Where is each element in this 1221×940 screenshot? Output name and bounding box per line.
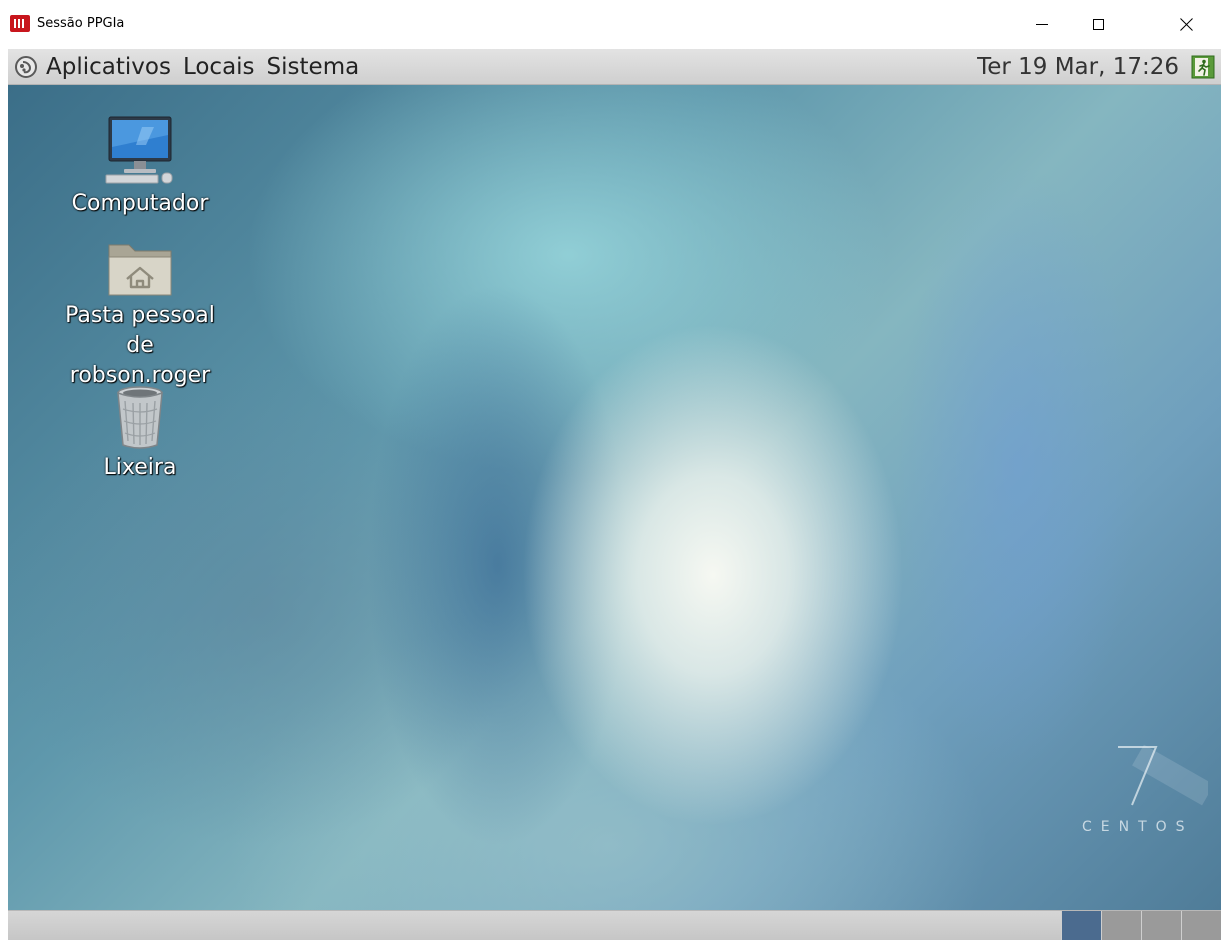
workspace-switcher <box>1061 911 1221 940</box>
workspace-1[interactable] <box>1061 911 1101 940</box>
remote-session-frame: Aplicativos Locais Sistema Ter 19 Mar, 1… <box>8 49 1221 940</box>
workspace-3[interactable] <box>1141 911 1181 940</box>
minimize-button[interactable] <box>1019 9 1065 39</box>
top-panel: Aplicativos Locais Sistema Ter 19 Mar, 1… <box>8 49 1221 85</box>
gnome-foot-icon[interactable] <box>14 55 38 79</box>
desktop[interactable]: Computador Pasta pessoal de robson.roger… <box>8 85 1221 910</box>
window-title: Sessão PPGIa <box>37 16 125 31</box>
desktop-icon-label: Lixeira <box>103 455 177 480</box>
menu-bar: Aplicativos Locais Sistema <box>14 49 371 85</box>
menu-aplicativos[interactable]: Aplicativos <box>46 49 171 85</box>
desktop-icon-pasta-pessoal[interactable]: Pasta pessoal de robson.roger <box>55 237 225 391</box>
bottom-panel <box>8 910 1221 940</box>
remote-session-icon <box>10 15 30 32</box>
desktop-icon-label: Computador <box>71 191 209 216</box>
centos-wordmark: CENTOS <box>1082 819 1194 835</box>
menu-sistema[interactable]: Sistema <box>267 49 360 85</box>
desktop-icon-label-line1: Pasta pessoal <box>65 303 215 328</box>
trash-icon <box>117 386 163 449</box>
menu-locais[interactable]: Locais <box>183 49 255 85</box>
window-titlebar[interactable]: Sessão PPGIa <box>0 0 1221 49</box>
close-icon <box>1179 17 1194 32</box>
computer-icon <box>105 116 173 184</box>
panel-clock[interactable]: Ter 19 Mar, 17:26 <box>977 49 1179 85</box>
logout-icon[interactable] <box>1191 55 1215 79</box>
maximize-button[interactable] <box>1075 9 1121 39</box>
desktop-icon-label-line2: de robson.roger <box>69 333 211 388</box>
maximize-icon <box>1092 18 1104 30</box>
minimize-icon <box>1036 23 1048 25</box>
centos-seven-logo <box>1118 744 1208 806</box>
workspace-4[interactable] <box>1181 911 1221 940</box>
workspace-2[interactable] <box>1101 911 1141 940</box>
close-button[interactable] <box>1163 9 1209 39</box>
desktop-icon-computador[interactable]: Computador <box>55 115 225 219</box>
home-folder-icon <box>108 244 172 296</box>
desktop-icon-lixeira[interactable]: Lixeira <box>55 385 225 483</box>
